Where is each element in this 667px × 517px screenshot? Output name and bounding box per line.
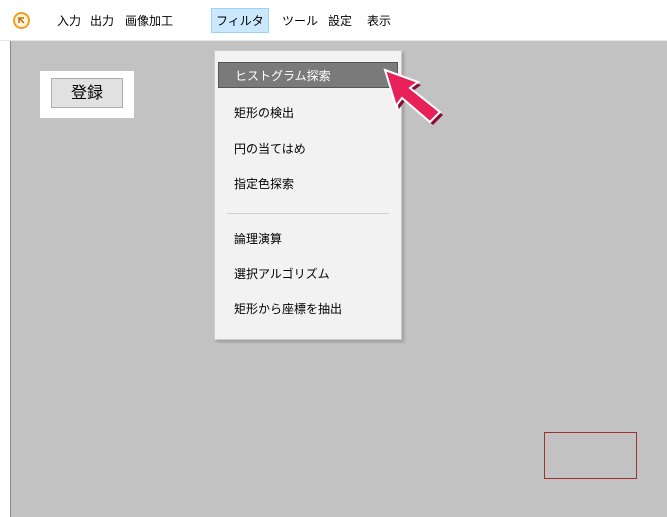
menu-settings[interactable]: 設定 — [325, 11, 355, 31]
menu-item-rectangle-detection[interactable]: 矩形の検出 — [218, 100, 398, 126]
app-logo-icon[interactable] — [13, 12, 30, 29]
selection-rectangle — [544, 432, 637, 479]
menu-input[interactable]: 入力 — [54, 11, 84, 31]
menu-item-selection-algorithm[interactable]: 選択アルゴリズム — [218, 261, 398, 287]
menu-filter[interactable]: フィルタ — [211, 8, 269, 33]
pointer-cursor-icon — [383, 68, 443, 125]
menu-view[interactable]: 表示 — [364, 11, 394, 31]
menu-bar: 入力 出力 画像加工 フィルタ ツール 設定 表示 — [0, 0, 667, 41]
menu-item-logic-operation[interactable]: 論理演算 — [218, 226, 398, 252]
filter-dropdown-menu: ヒストグラム探索 矩形の検出 円の当てはめ 指定色探索 論理演算 選択アルゴリズ… — [214, 50, 402, 340]
menu-tools[interactable]: ツール — [279, 11, 321, 31]
menu-item-extract-coordinates[interactable]: 矩形から座標を抽出 — [218, 296, 398, 322]
register-button[interactable]: 登録 — [51, 78, 123, 108]
menu-item-color-search[interactable]: 指定色探索 — [218, 171, 398, 197]
menu-item-histogram-search[interactable]: ヒストグラム探索 — [218, 62, 398, 88]
menu-output[interactable]: 出力 — [87, 11, 117, 31]
menu-item-circle-fitting[interactable]: 円の当てはめ — [218, 136, 398, 162]
menu-image-processing[interactable]: 画像加工 — [122, 11, 176, 31]
menu-separator — [227, 213, 389, 214]
